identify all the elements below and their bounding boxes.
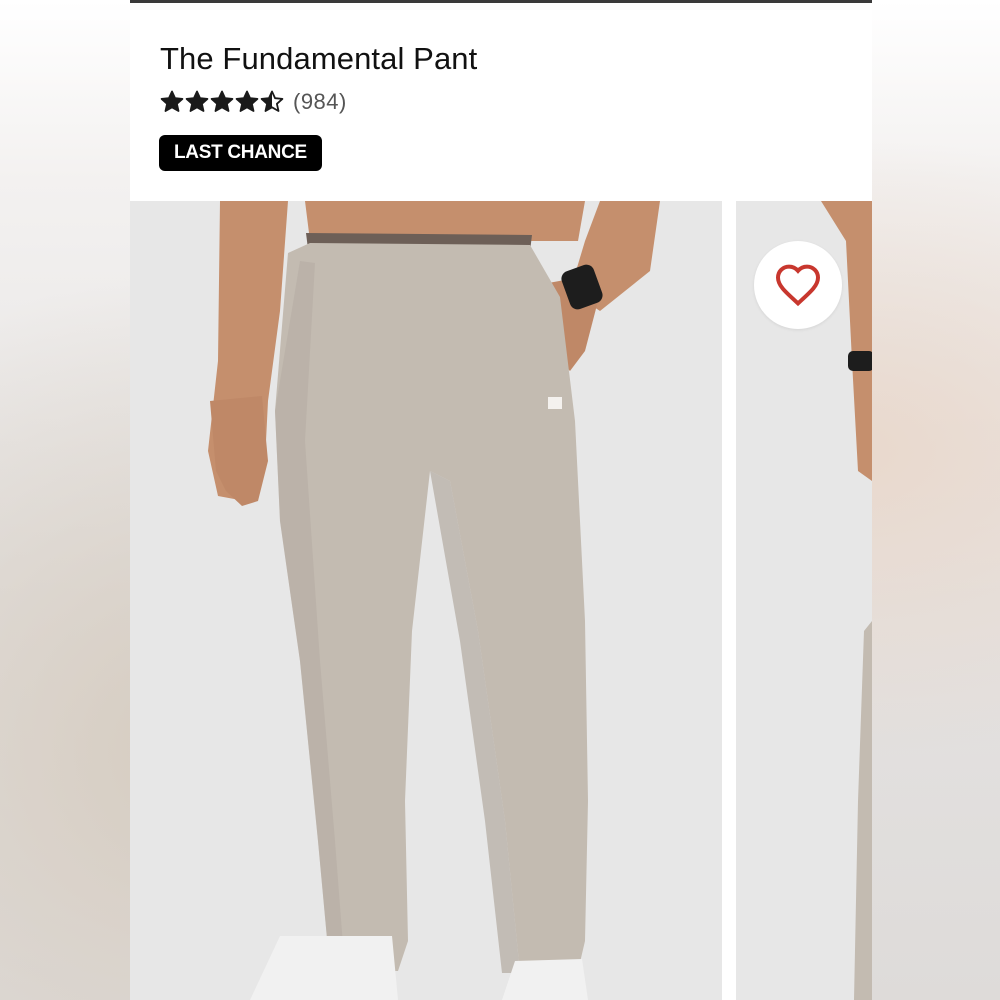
star-half-icon	[260, 90, 284, 112]
product-header: The Fundamental Pant (984) LAST CHANCE	[130, 3, 872, 201]
product-image	[130, 201, 722, 1000]
favorite-button[interactable]	[754, 241, 842, 329]
star-full-icon	[185, 90, 209, 112]
star-full-icon	[235, 90, 259, 112]
product-image-main[interactable]	[130, 201, 722, 1000]
product-page: The Fundamental Pant (984) LAST CHANCE	[130, 0, 872, 1000]
review-count[interactable]: (984)	[293, 89, 347, 115]
last-chance-badge: LAST CHANCE	[159, 135, 322, 171]
product-title: The Fundamental Pant	[160, 41, 478, 76]
image-gallery[interactable]	[130, 201, 872, 1000]
rating[interactable]: (984)	[160, 87, 347, 117]
heart-icon	[775, 264, 821, 307]
star-full-icon	[160, 90, 184, 112]
star-full-icon	[210, 90, 234, 112]
star-rating	[160, 90, 284, 114]
